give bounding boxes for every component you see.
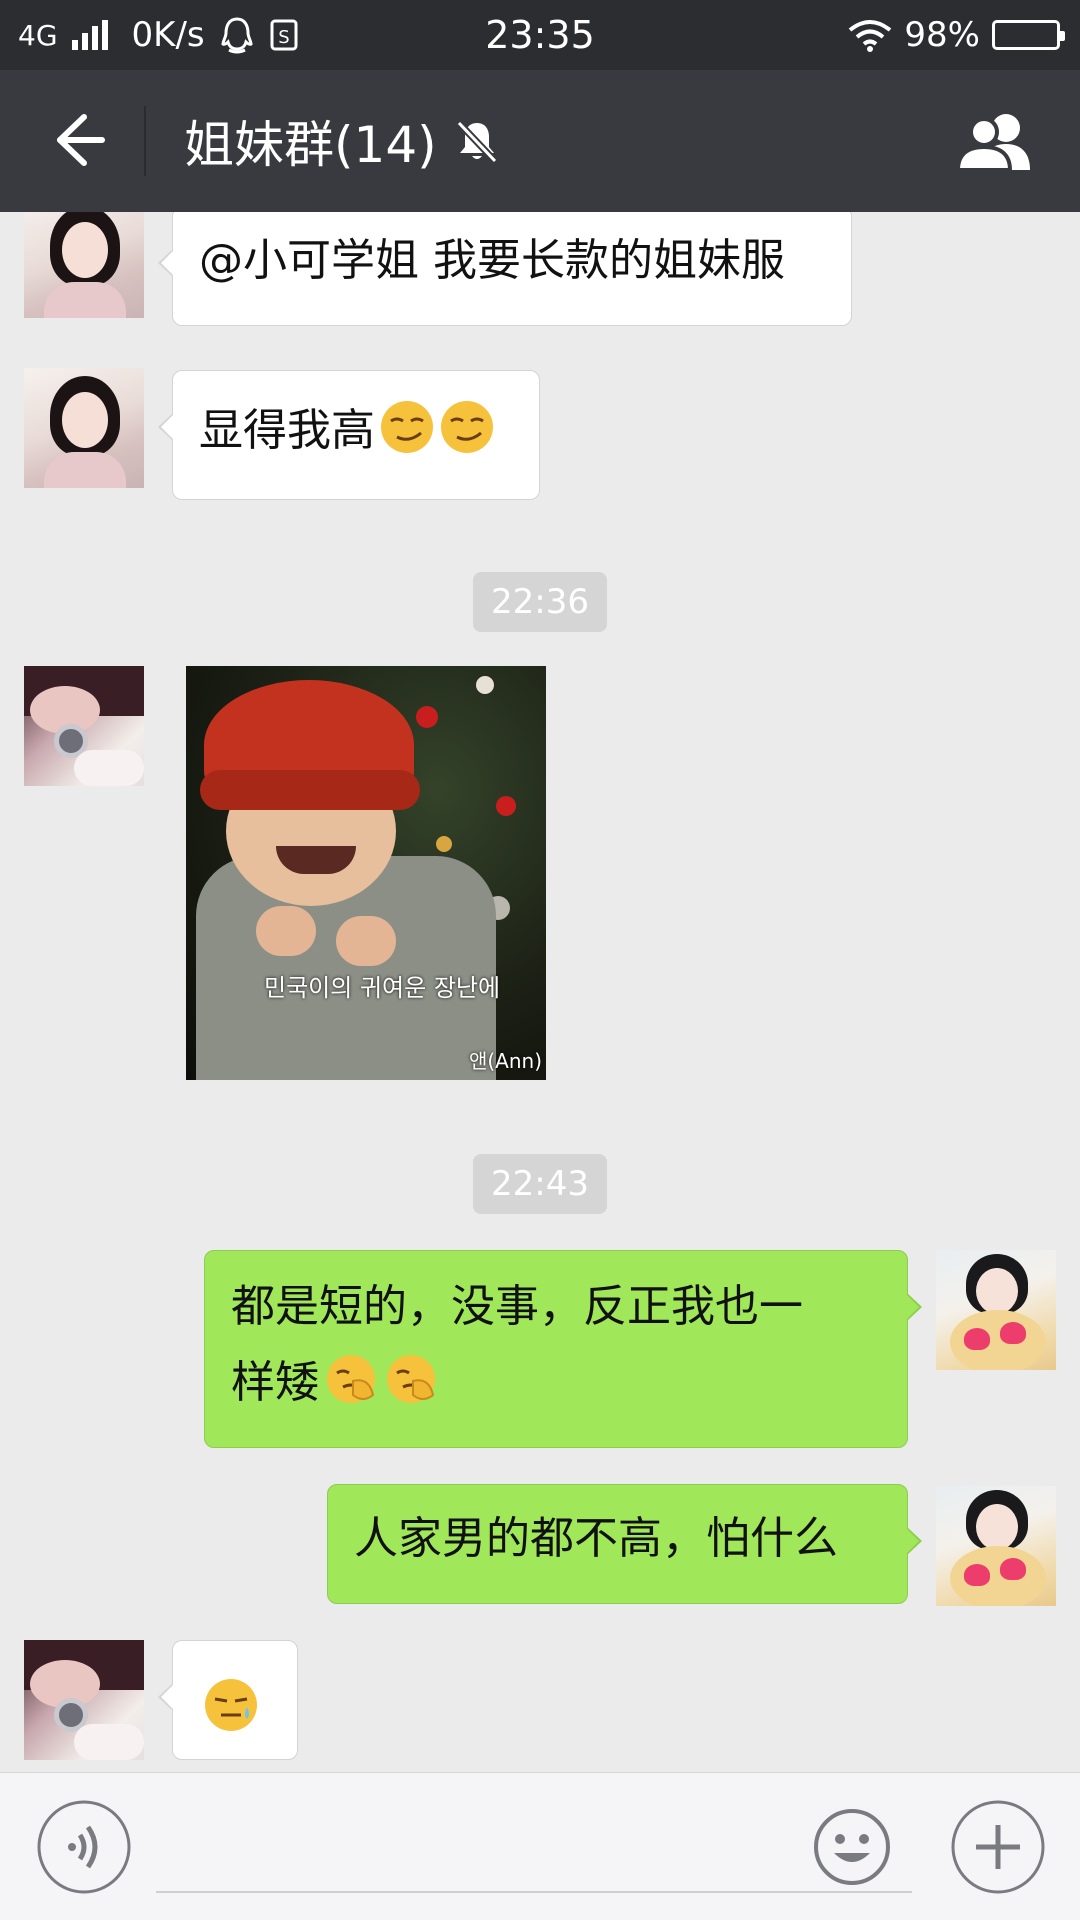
smirk-emoji-icon — [381, 401, 433, 453]
message-text: 样矮 — [231, 1357, 319, 1408]
input-bar — [0, 1772, 1080, 1920]
facepalm-emoji-icon — [327, 1355, 375, 1403]
avatar[interactable] — [24, 368, 144, 488]
clock: 23:35 — [485, 13, 595, 57]
avatar-me[interactable] — [936, 1486, 1056, 1606]
group-members-icon[interactable] — [954, 110, 1040, 172]
message-text: @小可学姐 我要长款的姐妹服 — [199, 235, 785, 286]
chat-title: 姐妹群(14) — [184, 70, 501, 212]
message-bubble[interactable] — [158, 1640, 298, 1760]
avatar[interactable] — [24, 1640, 144, 1760]
message-bubble[interactable]: @小可学姐 我要长款的姐妹服 — [158, 212, 852, 326]
timestamp: 22:43 — [0, 1154, 1080, 1214]
navigation-bar: 姐妹群(14) — [0, 70, 1080, 212]
nav-divider — [144, 106, 146, 176]
image-caption: 민국이의 귀여운 장난에 — [264, 974, 501, 1002]
message-text: 人家男的都不高，怕什么 — [354, 1513, 838, 1564]
timestamp: 22:36 — [0, 572, 1080, 632]
smirk-emoji-icon — [441, 401, 493, 453]
message-input[interactable] — [156, 1793, 912, 1893]
wifi-icon — [849, 20, 892, 52]
sweat-emoji-icon — [205, 1679, 257, 1731]
back-arrow-icon[interactable] — [40, 105, 110, 175]
emoji-picker-icon[interactable] — [804, 1799, 900, 1895]
battery-percent: 98% — [904, 15, 980, 55]
timestamp-text: 22:43 — [473, 1154, 607, 1214]
image-message[interactable]: 민국이의 귀여운 장난에 앤(Ann) — [186, 666, 546, 1080]
timestamp-text: 22:36 — [473, 572, 607, 632]
image-watermark: 앤(Ann) — [468, 1049, 542, 1073]
message-bubble[interactable]: 显得我高 — [158, 370, 540, 500]
status-bar: 4G 0K/s S 23:35 98% — [0, 0, 1080, 70]
avatar[interactable] — [24, 212, 144, 318]
more-options-plus-icon[interactable] — [950, 1799, 1046, 1895]
message-list[interactable]: @小可学姐 我要长款的姐妹服 显得我高 22:36 민국이의 귀여운 장난에 앤… — [0, 212, 1080, 1772]
avatar[interactable] — [24, 666, 144, 786]
wechat-chat-screen: 4G 0K/s S 23:35 98% 姐妹群(14) @小可学姐 我要长款的姐… — [0, 0, 1080, 1920]
voice-input-icon[interactable] — [36, 1799, 132, 1895]
message-text-line: 样矮 — [231, 1345, 881, 1421]
mute-bell-icon — [456, 120, 498, 164]
battery-icon — [992, 20, 1065, 50]
message-bubble[interactable]: 人家男的都不高，怕什么 — [327, 1484, 922, 1604]
message-text-line: 都是短的，没事，反正我也一 — [231, 1281, 803, 1332]
group-name: 姐妹群(14) — [184, 116, 437, 174]
message-bubble[interactable]: 都是短的，没事，反正我也一 样矮 — [204, 1250, 922, 1448]
avatar-me[interactable] — [936, 1250, 1056, 1370]
facepalm-emoji-icon — [387, 1355, 435, 1403]
status-right: 98% — [848, 0, 1065, 70]
message-text: 显得我高 — [199, 405, 375, 456]
